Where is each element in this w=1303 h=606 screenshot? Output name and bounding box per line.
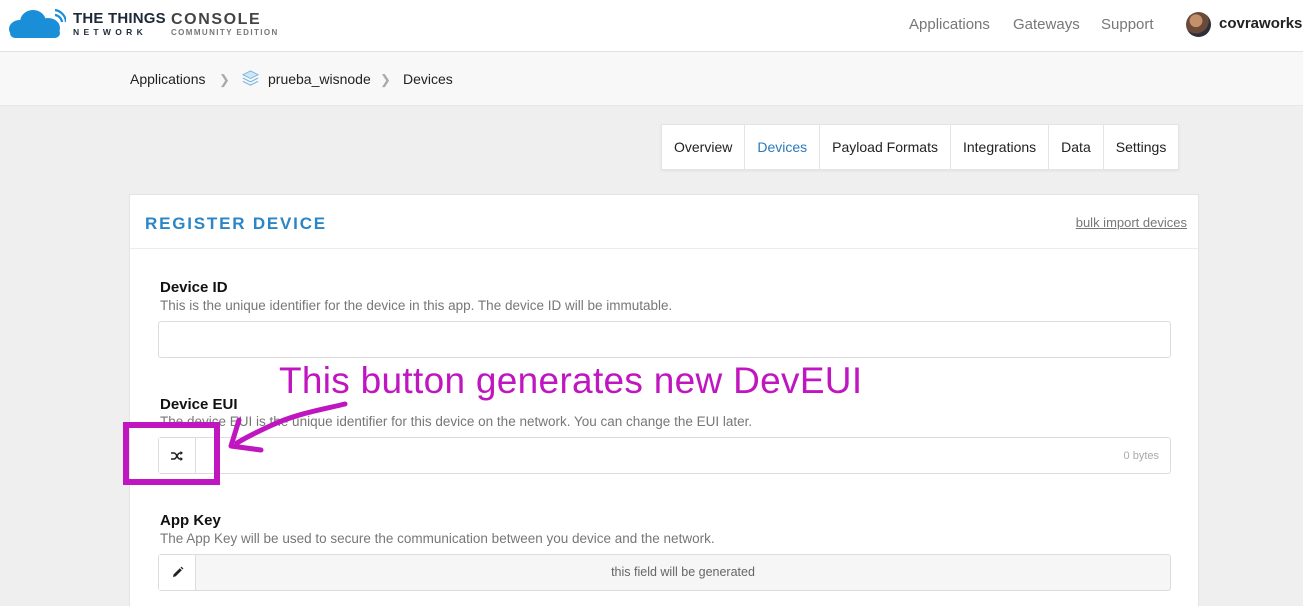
- breadcrumb-devices: Devices: [403, 71, 453, 87]
- tab-settings[interactable]: Settings: [1104, 125, 1179, 169]
- app-key-help: The App Key will be used to secure the c…: [160, 531, 715, 546]
- tab-devices[interactable]: Devices: [745, 125, 821, 169]
- chevron-right-icon: ❯: [219, 72, 230, 87]
- breadcrumb: Applications ❯ prueba_wisnode ❯ Devices: [0, 52, 1303, 106]
- brand-wordmark[interactable]: THE THINGS NETWORK: [73, 10, 166, 38]
- annotation-highlight-box: [123, 422, 220, 485]
- app-key-label: App Key: [160, 512, 221, 529]
- top-header: THE THINGS NETWORK CONSOLE COMMUNITY EDI…: [0, 0, 1303, 52]
- tab-overview[interactable]: Overview: [662, 125, 746, 169]
- nav-link-gateways[interactable]: Gateways: [1013, 16, 1080, 33]
- device-id-label: Device ID: [160, 279, 228, 296]
- user-avatar[interactable]: [1186, 12, 1211, 37]
- breadcrumb-application-name[interactable]: prueba_wisnode: [268, 71, 371, 87]
- nav-link-support[interactable]: Support: [1101, 16, 1154, 33]
- annotation-text: This button generates new DevEUI: [279, 360, 863, 401]
- tab-payload-formats[interactable]: Payload Formats: [820, 125, 951, 169]
- console-edition: COMMUNITY EDITION: [171, 28, 279, 37]
- annotation-arrow-icon: [228, 401, 348, 453]
- console-wordmark: CONSOLE COMMUNITY EDITION: [171, 11, 279, 38]
- eui-byte-counter: 0 bytes: [1123, 450, 1159, 462]
- user-name[interactable]: covraworks: [1219, 15, 1302, 32]
- tab-integrations[interactable]: Integrations: [951, 125, 1050, 169]
- app-key-input[interactable]: this field will be generated: [158, 554, 1171, 591]
- tab-data[interactable]: Data: [1049, 125, 1104, 169]
- chevron-right-icon: ❯: [380, 72, 391, 87]
- pencil-icon: [172, 566, 183, 577]
- ttn-cloud-logo-icon[interactable]: [6, 8, 66, 40]
- app-key-placeholder: this field will be generated: [611, 565, 755, 579]
- card-title: REGISTER DEVICE: [145, 214, 327, 233]
- device-id-help: This is the unique identifier for the de…: [160, 298, 673, 313]
- breadcrumb-applications[interactable]: Applications: [130, 71, 206, 87]
- nav-link-applications[interactable]: Applications: [909, 16, 990, 33]
- brand-bottom-text: NETWORK: [73, 27, 148, 37]
- device-id-input[interactable]: [158, 321, 1171, 358]
- bulk-import-link[interactable]: bulk import devices: [1076, 215, 1187, 230]
- card-header: REGISTER DEVICE bulk import devices: [130, 195, 1198, 249]
- console-title: CONSOLE: [171, 11, 262, 28]
- application-stack-icon: [241, 70, 260, 86]
- brand-top-text: THE THINGS: [73, 10, 166, 27]
- edit-app-key-button[interactable]: [159, 555, 196, 590]
- application-tabs: Overview Devices Payload Formats Integra…: [661, 124, 1180, 170]
